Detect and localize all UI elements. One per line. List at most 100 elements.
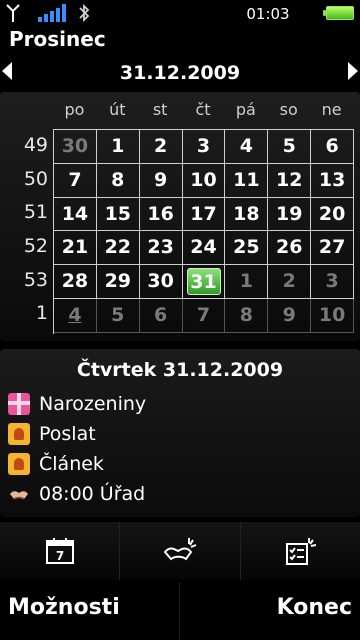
day-cell[interactable]: 5: [268, 130, 312, 164]
new-meeting-button[interactable]: [120, 522, 241, 580]
weekday-header: po út st čt pá so ne: [53, 100, 353, 124]
day-cell[interactable]: 6: [139, 298, 183, 333]
entry-label: Článek: [39, 453, 104, 475]
day-cell[interactable]: 15: [96, 197, 140, 232]
day-cell[interactable]: 30: [54, 130, 97, 164]
new-todo-icon: [286, 538, 317, 565]
day-cell[interactable]: 6: [311, 130, 355, 164]
battery-icon: [323, 6, 354, 20]
day-cell[interactable]: 10: [182, 163, 226, 198]
day-cell[interactable]: 21: [54, 231, 97, 266]
bluetooth-icon: [79, 3, 90, 23]
day-cell[interactable]: 17: [182, 197, 226, 232]
day-cell[interactable]: 22: [96, 231, 140, 266]
day-cell[interactable]: 14: [54, 197, 97, 232]
toolbar: 7: [0, 522, 360, 580]
day-entries-panel: Čtvrtek 31.12.2009 Narozeniny Poslat Člá…: [0, 349, 360, 517]
weekday-label: po: [64, 100, 85, 119]
day-cell[interactable]: 20: [311, 197, 355, 232]
meeting-icon: [10, 491, 28, 500]
day-cell[interactable]: 11: [225, 163, 269, 198]
day-cell[interactable]: 25: [225, 231, 269, 266]
options-softkey[interactable]: Možnosti: [8, 595, 120, 620]
week-number: 1: [35, 302, 48, 325]
week-row: 14 15 16 17 18 19 20: [54, 197, 355, 232]
entry-item[interactable]: Poslat: [8, 421, 96, 447]
day-view-button[interactable]: 7: [0, 522, 121, 580]
svg-text:7: 7: [55, 549, 63, 563]
softkey-divider: [179, 582, 180, 640]
day-cell[interactable]: 27: [311, 231, 355, 266]
day-cell[interactable]: 26: [268, 231, 312, 266]
day-cell[interactable]: 1: [225, 265, 269, 299]
date-navigator: 31.12.2009: [0, 60, 360, 88]
week-row: 21 22 23 24 25 26 27: [54, 231, 355, 266]
selected-day-cell[interactable]: 31: [182, 265, 226, 299]
day-cell[interactable]: 7: [54, 163, 97, 198]
weekday-label: ne: [321, 100, 342, 119]
day-cell[interactable]: 10: [311, 298, 355, 333]
day-cell[interactable]: 13: [311, 163, 355, 198]
status-bar: 01:03: [0, 0, 360, 26]
day-cell[interactable]: 3: [311, 265, 355, 299]
day-cell[interactable]: 16: [139, 197, 183, 232]
day-cell[interactable]: 19: [268, 197, 312, 232]
new-todo-button[interactable]: [241, 522, 360, 580]
week-number: 52: [23, 235, 48, 258]
week-number: 50: [23, 167, 48, 190]
day-cell[interactable]: 8: [96, 163, 140, 198]
day-cell[interactable]: 4: [225, 130, 269, 164]
day-cell[interactable]: 7: [182, 298, 226, 333]
week-row: 4 5 6 7 8 9 10: [54, 298, 355, 333]
weekday-label: pá: [235, 100, 256, 119]
day-cell[interactable]: 4: [54, 298, 97, 333]
weekday-label: st: [152, 100, 168, 119]
weekday-label: út: [109, 100, 126, 119]
month-title: Prosinec: [9, 27, 106, 51]
week-row: 7 8 9 10 11 12 13: [54, 163, 355, 198]
softkey-bar: Možnosti Konec: [0, 582, 360, 640]
memo-icon: [8, 423, 30, 445]
entry-item[interactable]: Narozeniny: [8, 391, 146, 417]
day-cell[interactable]: 2: [139, 130, 183, 164]
exit-softkey[interactable]: Konec: [277, 595, 352, 620]
calendar-day-icon: 7: [45, 538, 74, 564]
entry-item[interactable]: 08:00 Úřad: [8, 481, 145, 507]
signal-strength-icon: [38, 4, 66, 22]
day-cell[interactable]: 24: [182, 231, 226, 266]
weekday-label: so: [279, 100, 298, 119]
day-cell[interactable]: 8: [225, 298, 269, 333]
new-meeting-icon: [163, 538, 197, 561]
week-number: 53: [23, 268, 48, 291]
day-cell[interactable]: 18: [225, 197, 269, 232]
entry-label: 08:00 Úřad: [39, 483, 146, 505]
day-cell[interactable]: 30: [139, 265, 183, 299]
week-row: 30 1 2 3 4 5 6: [54, 130, 355, 164]
day-cell[interactable]: 23: [139, 231, 183, 266]
day-cell[interactable]: 12: [268, 163, 312, 198]
day-cell[interactable]: 28: [54, 265, 97, 299]
clock: 01:03: [246, 5, 290, 23]
day-grid: 30 1 2 3 4 5 6 7 8 9 10 11 12 13 14 15 1…: [53, 129, 355, 334]
entry-item[interactable]: Článek: [8, 451, 104, 477]
month-calendar: po út st čt pá so ne 49 50 51 52 53 1 30…: [0, 92, 360, 341]
entry-label: Narozeniny: [39, 393, 147, 415]
next-arrow-icon[interactable]: [348, 62, 358, 80]
day-cell[interactable]: 5: [96, 298, 140, 333]
antenna-icon: [6, 4, 20, 22]
day-cell[interactable]: 1: [96, 130, 140, 164]
day-cell[interactable]: 9: [139, 163, 183, 198]
memo-icon: [8, 453, 30, 475]
week-row: 28 29 30 31 1 2 3: [54, 265, 355, 299]
week-number: 51: [23, 201, 48, 224]
selected-day-heading: Čtvrtek 31.12.2009: [76, 359, 284, 381]
day-cell[interactable]: 3: [182, 130, 226, 164]
day-cell[interactable]: 29: [96, 265, 140, 299]
entry-label: Poslat: [39, 423, 96, 445]
gift-icon: [8, 393, 30, 415]
week-number: 49: [23, 134, 48, 156]
day-cell[interactable]: 2: [268, 265, 312, 299]
week-numbers: 49 50 51 52 53 1: [0, 129, 52, 331]
weekday-label: čt: [195, 100, 211, 119]
day-cell[interactable]: 9: [268, 298, 312, 333]
